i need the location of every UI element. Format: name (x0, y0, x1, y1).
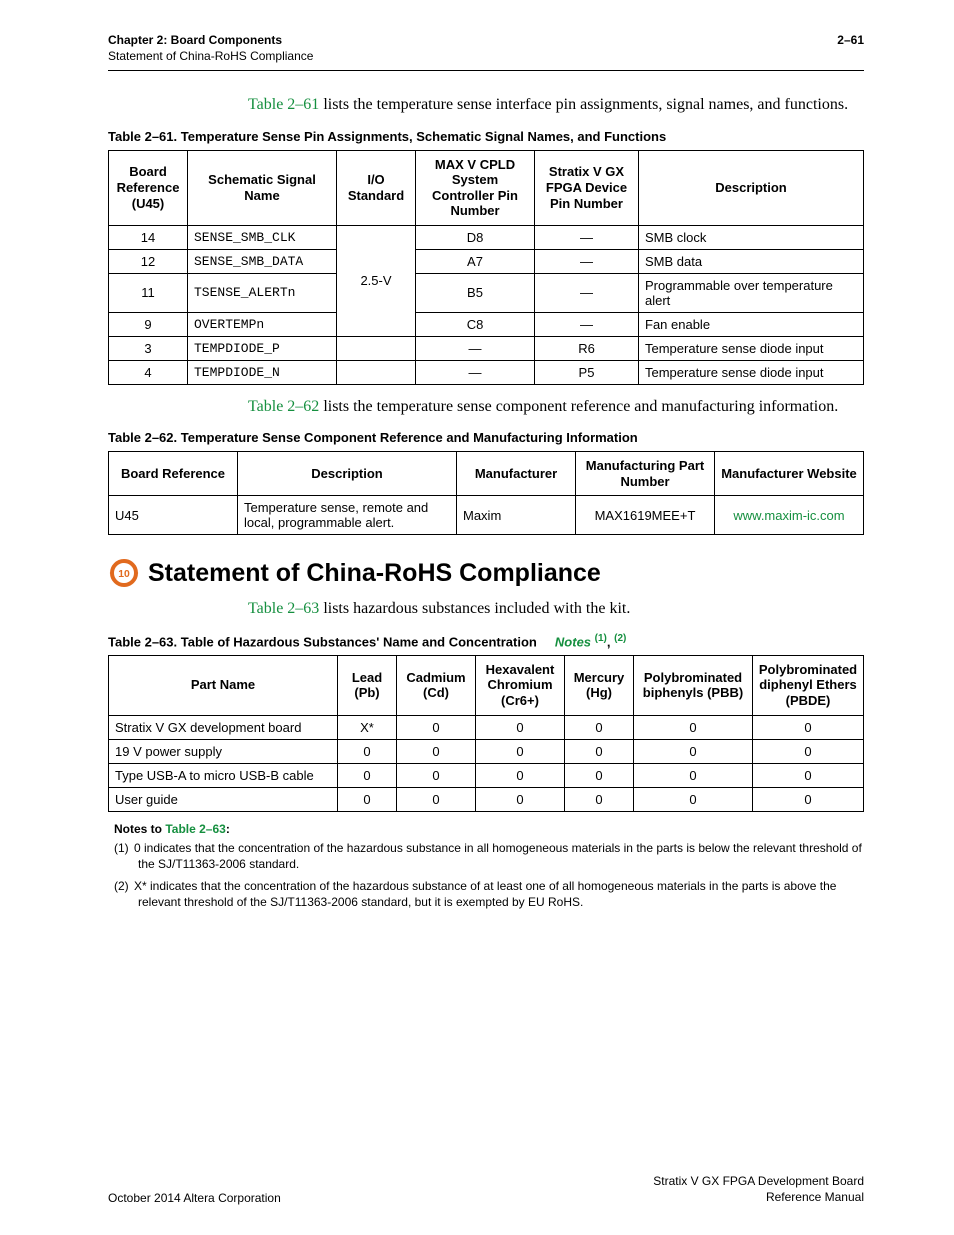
table-2-63: Part Name Lead (Pb) Cadmium (Cd) Hexaval… (108, 655, 864, 812)
t61-h5: Description (639, 150, 864, 225)
table-row: 12 SENSE_SMB_DATA A7 — SMB data (109, 249, 864, 273)
table-row: 19 V power supply 0 0 0 0 0 0 (109, 739, 864, 763)
header-section: Statement of China-RoHS Compliance (108, 48, 313, 64)
table-2-61: Board Reference (U45) Schematic Signal N… (108, 150, 864, 385)
t63-h6: Polybrominated diphenyl Ethers (PBDE) (753, 655, 864, 715)
header-chapter: Chapter 2: Board Components (108, 32, 313, 48)
t63-h2: Cadmium (Cd) (397, 655, 476, 715)
t62-h3: Manufacturing Part Number (576, 452, 715, 496)
page-header: Chapter 2: Board Components Statement of… (108, 32, 864, 64)
heading-china-rohs: Statement of China-RoHS Compliance (148, 559, 601, 588)
link-notes-table[interactable]: Table 2–63 (165, 822, 225, 836)
link-table-2-63[interactable]: Table 2–63 (248, 600, 319, 617)
table-row: 4 TEMPDIODE_N — P5 Temperature sense dio… (109, 360, 864, 384)
notes-heading: Notes to Table 2–63: (114, 822, 864, 836)
t61-h3: MAX V CPLD System Controller Pin Number (416, 150, 535, 225)
caption-t61: Table 2–61. Temperature Sense Pin Assign… (108, 129, 864, 144)
link-maxim-website[interactable]: www.maxim-ic.com (733, 508, 844, 523)
caption-t62: Table 2–62. Temperature Sense Component … (108, 430, 864, 445)
t63-h3: Hexavalent Chromium (Cr6+) (476, 655, 565, 715)
notes-label: Notes (555, 634, 591, 649)
link-table-2-62[interactable]: Table 2–62 (248, 398, 319, 415)
rohs-badge-icon: 10 (108, 557, 140, 589)
note-ref-1[interactable]: (1) (595, 633, 607, 644)
t61-h1: Schematic Signal Name (188, 150, 337, 225)
table-row: 11 TSENSE_ALERTn B5 — Programmable over … (109, 273, 864, 312)
t62-h2: Manufacturer (457, 452, 576, 496)
t62-h1: Description (238, 452, 457, 496)
t63-h1: Lead (Pb) (338, 655, 397, 715)
intro-t61: Table 2–61 lists the temperature sense i… (108, 93, 864, 116)
table-row: U45 Temperature sense, remote and local,… (109, 496, 864, 535)
note-1: (1)0 indicates that the concentration of… (114, 840, 864, 872)
header-rule (108, 70, 864, 71)
t62-h4: Manufacturer Website (715, 452, 864, 496)
link-table-2-61[interactable]: Table 2–61 (248, 96, 319, 113)
note-2: (2)X* indicates that the concentration o… (114, 878, 864, 910)
page-footer: October 2014 Altera Corporation Stratix … (108, 1173, 864, 1205)
table-row: 9 OVERTEMPn C8 — Fan enable (109, 312, 864, 336)
intro-t63: Table 2–63 lists hazardous substances in… (108, 597, 864, 620)
caption-t63: Table 2–63. Table of Hazardous Substance… (108, 633, 864, 649)
table-row: User guide 0 0 0 0 0 0 (109, 787, 864, 811)
table-row: Stratix V GX development board X* 0 0 0 … (109, 715, 864, 739)
table-row: 3 TEMPDIODE_P — R6 Temperature sense dio… (109, 336, 864, 360)
note-ref-2[interactable]: (2) (614, 633, 626, 644)
footer-right-2: Reference Manual (653, 1189, 864, 1205)
intro-t62: Table 2–62 lists the temperature sense c… (108, 395, 864, 418)
svg-text:10: 10 (118, 569, 130, 580)
footer-left: October 2014 Altera Corporation (108, 1191, 281, 1205)
table-row: Type USB-A to micro USB-B cable 0 0 0 0 … (109, 763, 864, 787)
table-row: 14 SENSE_SMB_CLK 2.5-V D8 — SMB clock (109, 225, 864, 249)
header-page-number: 2–61 (837, 32, 864, 48)
t61-h0: Board Reference (U45) (109, 150, 188, 225)
t63-h5: Polybrominated biphenyls (PBB) (634, 655, 753, 715)
footer-right-1: Stratix V GX FPGA Development Board (653, 1173, 864, 1189)
t63-h0: Part Name (109, 655, 338, 715)
t61-io-standard: 2.5-V (337, 225, 416, 336)
t61-h4: Stratix V GX FPGA Device Pin Number (535, 150, 639, 225)
table-2-62: Board Reference Description Manufacturer… (108, 451, 864, 535)
t63-h4: Mercury (Hg) (565, 655, 634, 715)
t61-h2: I/O Standard (337, 150, 416, 225)
t62-h0: Board Reference (109, 452, 238, 496)
